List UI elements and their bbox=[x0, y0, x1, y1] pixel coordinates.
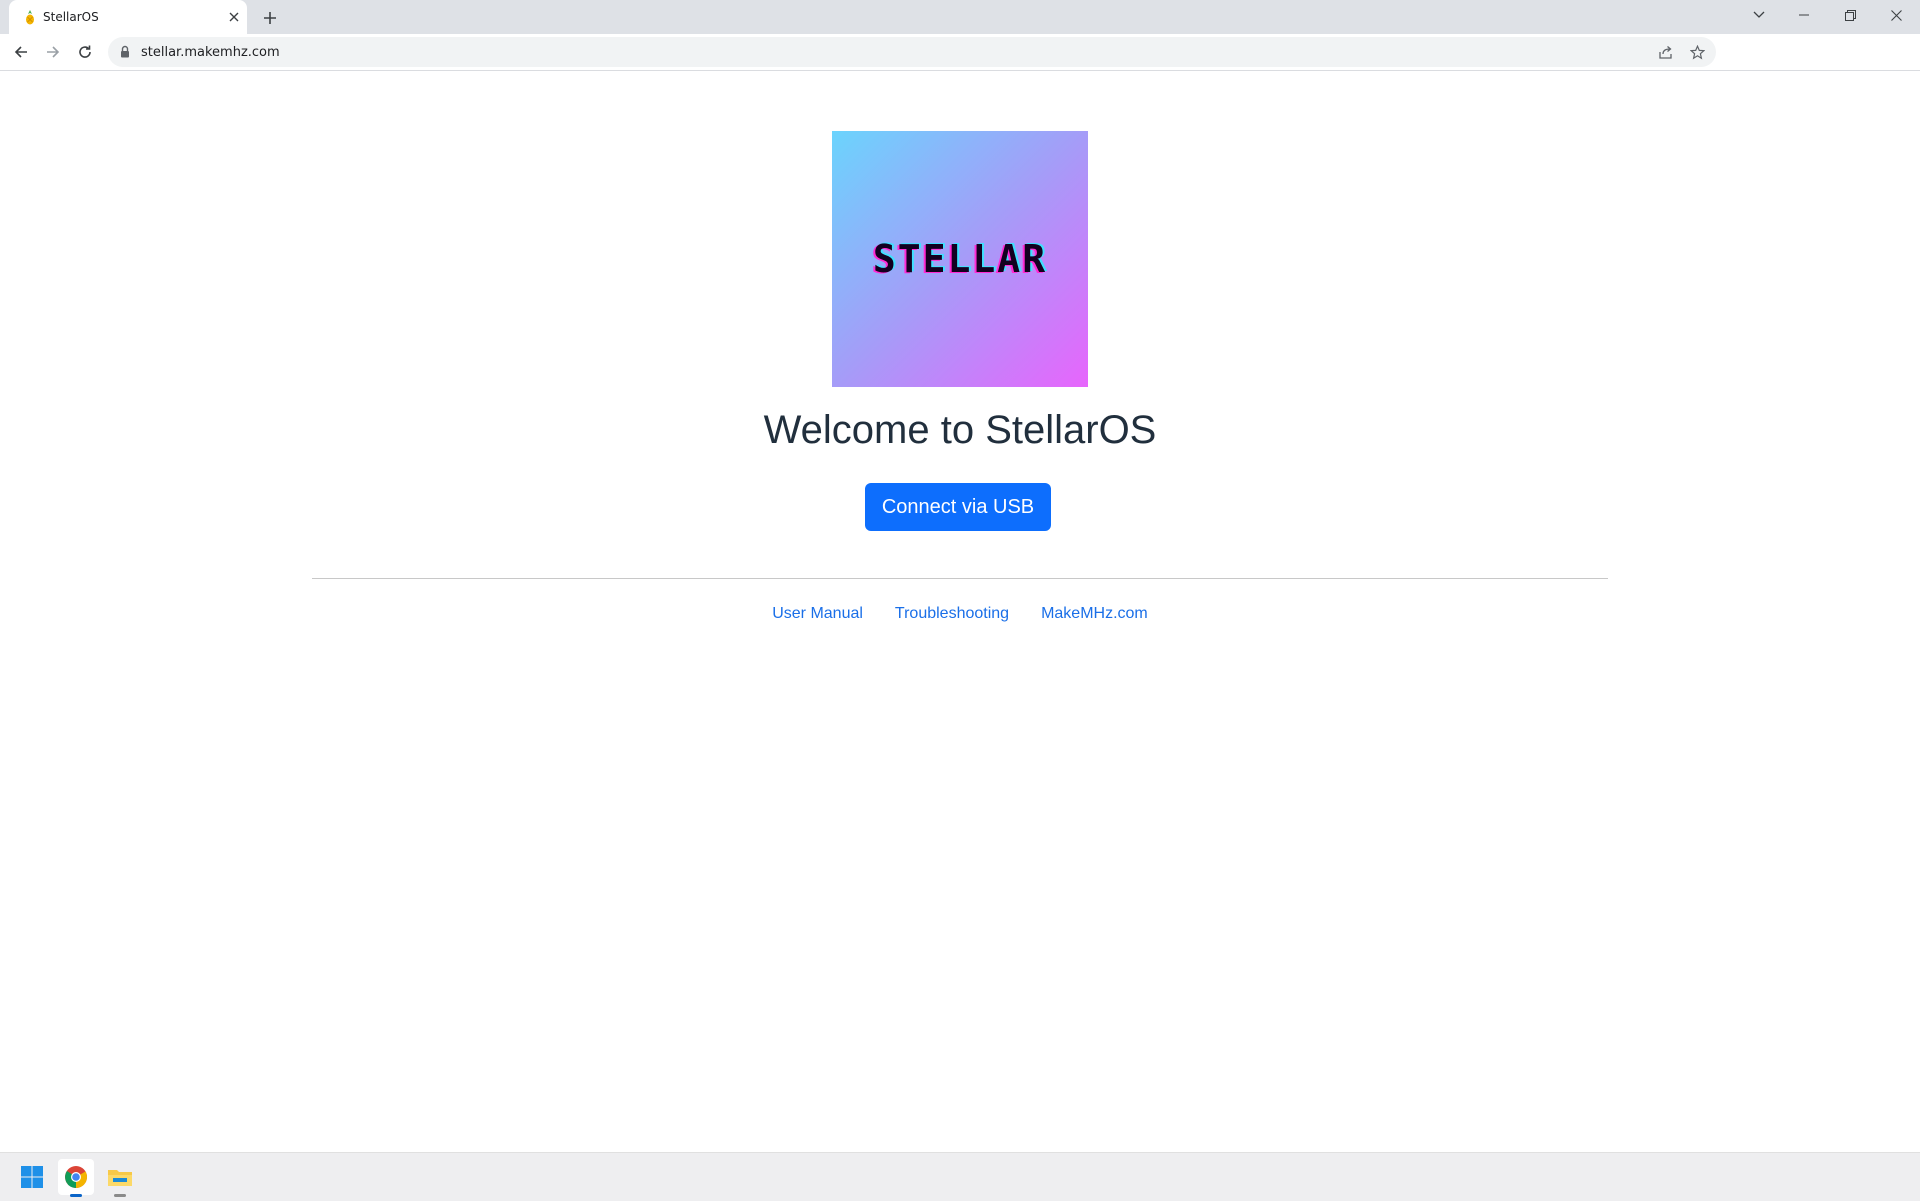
windows-start-icon[interactable] bbox=[14, 1159, 50, 1195]
close-window-icon[interactable] bbox=[1873, 0, 1919, 30]
pineapple-icon bbox=[26, 10, 34, 25]
divider bbox=[312, 578, 1608, 579]
back-arrow-icon[interactable] bbox=[9, 40, 33, 64]
logo-text: STELLAR bbox=[872, 237, 1048, 281]
troubleshooting-link[interactable]: Troubleshooting bbox=[895, 605, 1009, 623]
minimize-icon[interactable] bbox=[1781, 0, 1827, 30]
tab-search-chevron-icon[interactable] bbox=[1736, 0, 1782, 30]
lock-icon bbox=[121, 45, 129, 58]
browser-toolbar: stellar.makemhz.com bbox=[0, 34, 1920, 71]
chrome-icon[interactable] bbox=[58, 1159, 94, 1197]
url-text: stellar.makemhz.com bbox=[141, 45, 280, 60]
bookmark-star-icon[interactable] bbox=[1687, 42, 1707, 62]
tab-close-icon[interactable] bbox=[225, 8, 243, 26]
address-bar[interactable]: stellar.makemhz.com bbox=[108, 37, 1716, 67]
share-icon[interactable] bbox=[1655, 42, 1675, 62]
restore-icon[interactable] bbox=[1827, 0, 1873, 30]
browser-tabstrip: StellarOS bbox=[0, 0, 1920, 34]
running-indicator bbox=[114, 1194, 126, 1197]
forward-arrow-icon[interactable] bbox=[41, 40, 65, 64]
tab-title: StellarOS bbox=[43, 10, 99, 24]
browser-tab[interactable]: StellarOS bbox=[9, 0, 247, 34]
file-explorer-icon[interactable] bbox=[102, 1159, 138, 1197]
connect-usb-button[interactable]: Connect via USB bbox=[865, 483, 1051, 531]
footer-links: User Manual Troubleshooting MakeMHz.com bbox=[0, 605, 1920, 623]
stellar-logo: STELLAR bbox=[832, 131, 1088, 387]
makemhz-link[interactable]: MakeMHz.com bbox=[1041, 605, 1148, 623]
reload-icon[interactable] bbox=[73, 40, 97, 64]
active-indicator bbox=[70, 1194, 82, 1197]
user-manual-link[interactable]: User Manual bbox=[772, 605, 863, 623]
taskbar bbox=[0, 1152, 1920, 1201]
new-tab-icon[interactable] bbox=[258, 6, 282, 30]
page-title: Welcome to StellarOS bbox=[763, 408, 1157, 452]
